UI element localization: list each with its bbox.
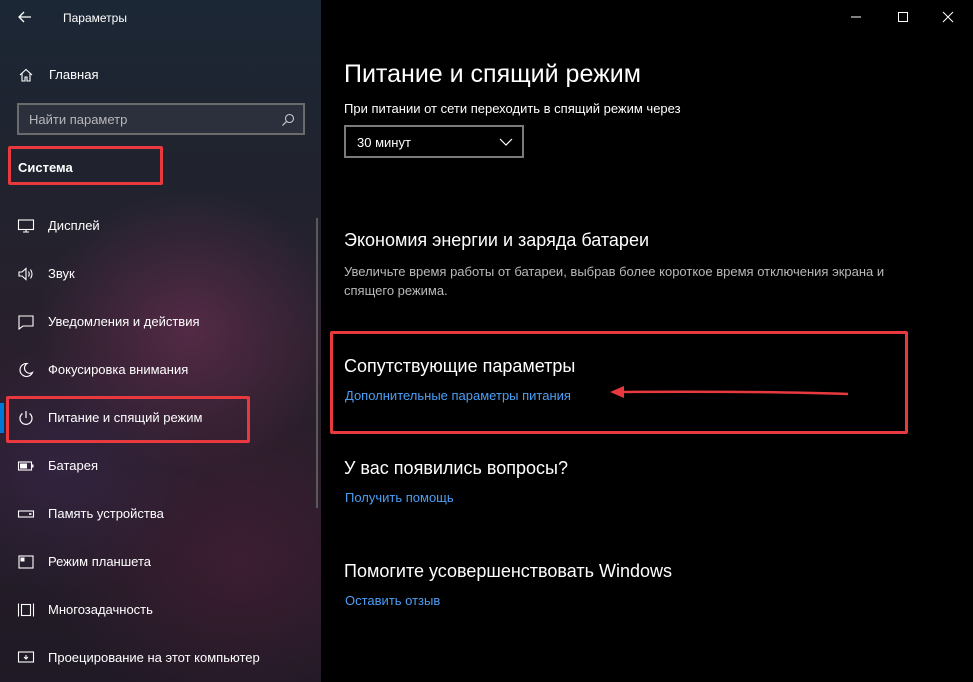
questions-heading: У вас появились вопросы? [344, 458, 568, 478]
projecting-icon [17, 651, 35, 663]
sidebar-item-projecting[interactable]: Проецирование на этот компьютер [0, 638, 316, 678]
improve-windows-heading: Помогите усовершенствовать Windows [344, 561, 673, 581]
maximize-icon [898, 12, 908, 22]
search-placeholder: Найти параметр [29, 112, 128, 127]
close-icon [942, 11, 954, 23]
sidebar-item-label: Батарея [48, 458, 99, 473]
sidebar-item-focus-assist[interactable]: Фокусировка внимания [0, 350, 316, 390]
search-input[interactable]: Найти параметр [17, 103, 305, 135]
maximize-button[interactable] [893, 8, 913, 26]
sidebar-item-power-sleep[interactable]: Питание и спящий режим [0, 398, 316, 438]
sleep-timeout-value: 30 минут [357, 135, 411, 150]
close-button[interactable] [938, 8, 958, 26]
display-icon [17, 219, 35, 233]
app-title: Параметры [63, 11, 127, 25]
give-feedback-link[interactable]: Оставить отзыв [345, 593, 440, 608]
sidebar-item-label: Проецирование на этот компьютер [48, 650, 260, 665]
sidebar-item-label: Многозадачность [48, 602, 153, 617]
sidebar-item-label: Дисплей [48, 218, 100, 233]
chevron-down-icon [499, 138, 513, 146]
storage-icon [17, 510, 35, 518]
sidebar-item-label: Звук [48, 266, 75, 281]
sidebar-scrollbar[interactable] [316, 218, 318, 508]
sidebar-item-sound[interactable]: Звук [0, 254, 316, 294]
home-label: Главная [49, 67, 99, 82]
focus-assist-icon [19, 362, 34, 378]
back-arrow-icon [18, 11, 31, 23]
multitasking-icon [17, 603, 35, 617]
section-title-system: Система [18, 160, 73, 175]
sidebar-item-label: Питание и спящий режим [48, 410, 203, 425]
sidebar: Параметры Главная Найти параметр Система… [0, 0, 321, 682]
sidebar-item-storage[interactable]: Память устройства [0, 494, 316, 534]
home-icon [19, 68, 33, 82]
tablet-mode-icon [18, 555, 34, 569]
minimize-button[interactable] [846, 8, 866, 26]
sidebar-item-notifications[interactable]: Уведомления и действия [0, 302, 316, 342]
battery-saver-heading: Экономия энергии и заряда батареи [344, 230, 650, 250]
sidebar-item-label: Фокусировка внимания [48, 362, 189, 377]
get-help-link[interactable]: Получить помощь [345, 490, 454, 505]
sidebar-item-label: Уведомления и действия [48, 314, 200, 329]
page-title: Питание и спящий режим [344, 60, 641, 88]
notifications-icon [18, 315, 34, 330]
power-icon [19, 411, 33, 425]
additional-power-settings-link[interactable]: Дополнительные параметры питания [345, 388, 571, 403]
sleep-timeout-label: При питании от сети переходить в спящий … [344, 101, 681, 116]
sidebar-item-label: Память устройства [48, 506, 164, 521]
home-nav-item[interactable]: Главная [0, 60, 321, 90]
minimize-icon [851, 16, 861, 18]
battery-icon [17, 461, 34, 471]
sleep-timeout-dropdown[interactable]: 30 минут [344, 125, 524, 158]
sidebar-item-label: Режим планшета [48, 554, 151, 569]
main-content: Питание и спящий режим При питании от се… [321, 0, 973, 682]
sidebar-item-tablet-mode[interactable]: Режим планшета [0, 542, 316, 582]
pointer-arrow [610, 386, 849, 398]
battery-saver-description: Увеличьте время работы от батареи, выбра… [344, 264, 885, 298]
sidebar-item-battery[interactable]: Батарея [0, 446, 316, 486]
related-settings-heading: Сопутствующие параметры [344, 356, 576, 376]
back-button[interactable] [14, 6, 36, 28]
sidebar-item-multitasking[interactable]: Многозадачность [0, 590, 316, 630]
sound-icon [18, 267, 33, 281]
sidebar-item-display[interactable]: Дисплей [0, 206, 316, 246]
search-icon[interactable] [281, 113, 295, 127]
